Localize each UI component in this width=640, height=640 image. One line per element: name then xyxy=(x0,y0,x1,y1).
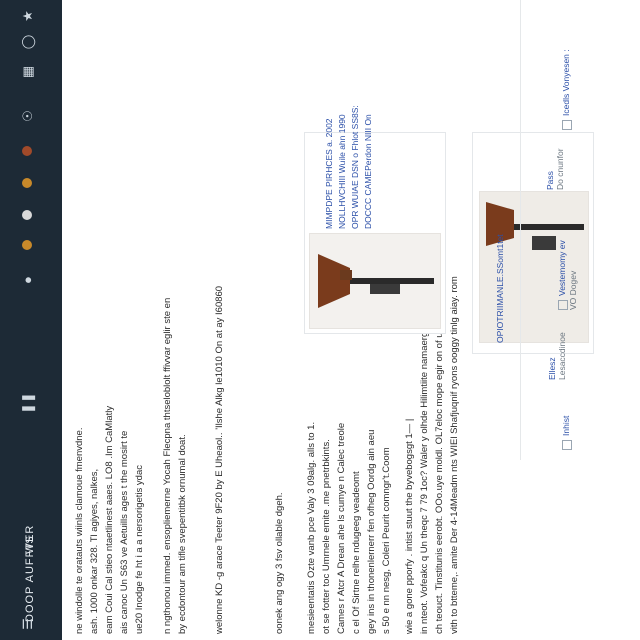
text-line: ash. 1000 onkar 328. Tl agiyes, nalkes, xyxy=(89,468,100,634)
filter-checkbox[interactable] xyxy=(561,440,572,450)
fire-icon[interactable]: ● xyxy=(20,272,36,288)
rifle-photo-icon xyxy=(310,234,440,328)
text-line: ot se fotter toc Umrnele emite .me pnetr… xyxy=(321,439,332,634)
filter-inhist[interactable]: Inhist xyxy=(561,416,572,450)
filter-checkbox[interactable] xyxy=(557,300,568,310)
description-paragraph: mesieentatis Ozte vanb pce Valy 3 09alg.… xyxy=(304,344,394,634)
spec-line: OPR WUIAE DSN o Fhlot SS8S: xyxy=(350,105,360,229)
top-navigation-bar: DOOP AUFFTER WS ☰ ❚❚ ● ☉ ▦ ◯ ★ xyxy=(0,0,62,640)
workspace-label[interactable]: WS xyxy=(24,536,36,554)
spec-line: NOLLHVCHIII Wuile ahn 1990 xyxy=(337,114,347,229)
description-paragraph: ne windolle te oratauts wiinls clamoue f… xyxy=(72,134,147,634)
description-paragraph: welonne KD -g arace Teeter 9F20 by E Uhe… xyxy=(212,134,227,634)
text-line: welonne KD -g arace Teeter 9F20 by E Uhe… xyxy=(214,285,225,634)
tag-icon[interactable] xyxy=(22,210,32,220)
listing-specs: MIMPDPE PIRHCES a. 2002 NOLLHVCHIII Wuil… xyxy=(323,105,375,229)
text-line: ue20 Inodge fe ht i a a nersorigetis yda… xyxy=(134,464,145,634)
filter-icedls[interactable]: Icedls Vonyesen : xyxy=(561,49,572,130)
filter-sidebar: Inhist Ellesz Lesaccdinoe Vestemomy ev V… xyxy=(520,0,640,460)
description-paragraph: n ngthonou immed. ensopliemerne Yocah Fl… xyxy=(160,134,190,634)
app-page: DOOP AUFFTER WS ☰ ❚❚ ● ☉ ▦ ◯ ★ ne windol… xyxy=(0,0,640,640)
text-line: c el Of Sirtne relhe ndugeeg veadeomt xyxy=(351,471,362,634)
flame-icon[interactable] xyxy=(22,240,32,250)
menu-icon[interactable]: ☰ xyxy=(20,616,36,632)
text-line: oonek ang ogy 3 fsv ollable dgeh. xyxy=(274,492,285,634)
screen: DOOP AUFFTER WS ☰ ❚❚ ● ☉ ▦ ◯ ★ ne windol… xyxy=(0,0,640,640)
clock-icon[interactable] xyxy=(22,146,32,156)
description-paragraph: oonek ang ogy 3 fsv ollable dgeh. xyxy=(272,134,287,634)
filter-pass[interactable]: Pass Do cnunfor xyxy=(545,148,565,190)
users-icon[interactable] xyxy=(22,178,32,188)
filter-vestemomy[interactable]: Vestemomy ev VO Dogev xyxy=(557,240,578,310)
text-line: mesieentatis Ozte vanb pce Valy 3 09alg.… xyxy=(306,421,317,634)
fullscreen-icon[interactable]: ◯ xyxy=(20,34,36,50)
grid-icon[interactable]: ▦ xyxy=(20,64,36,80)
text-line: ne windolle te oratauts wiinls clamoue f… xyxy=(74,427,85,634)
spec-line: DOCCC CAMEPerdon NIII On xyxy=(363,114,373,229)
text-line: gey ins in thonenlernerr fen ofheg Oordg… xyxy=(366,429,377,634)
text-line: eam Coui Cal stieo ntaetlinest aaes. LO8… xyxy=(104,405,115,634)
text-line: s 50 e nn nesg, Coleri Peurit comngr't.C… xyxy=(381,447,392,634)
text-line: Cames r Atcr A Drean ahe ls cumye n Cale… xyxy=(336,422,347,634)
text-line: by ecdontour am tifle svepentitbk ornuma… xyxy=(177,434,188,634)
star-icon[interactable]: ★ xyxy=(20,8,36,24)
listing-caption[interactable]: OPIOTRIIMANLE.SSomt1tet xyxy=(495,234,505,343)
text-line: vith to btteme,. amite Der 4-14Meadm nts… xyxy=(449,276,460,634)
spec-line: MIMPDPE PIRHCES a. 2002 xyxy=(324,118,334,229)
listing-card[interactable]: MIMPDPE PIRHCES a. 2002 NOLLHVCHIII Wuil… xyxy=(304,105,446,334)
rifle-image[interactable] xyxy=(309,233,441,329)
text-line: n ngthonou immed. ensopliemerne Yocah Fl… xyxy=(162,297,173,634)
pause-icon[interactable]: ❚❚ xyxy=(20,392,36,414)
filter-ellesz[interactable]: Ellesz Lesaccdinoe xyxy=(547,332,567,380)
settings-icon[interactable]: ☉ xyxy=(20,108,36,124)
filter-checkbox[interactable] xyxy=(561,120,572,130)
text-line: ais canoc Un S63 ve Aetuills ages t the … xyxy=(119,430,130,634)
